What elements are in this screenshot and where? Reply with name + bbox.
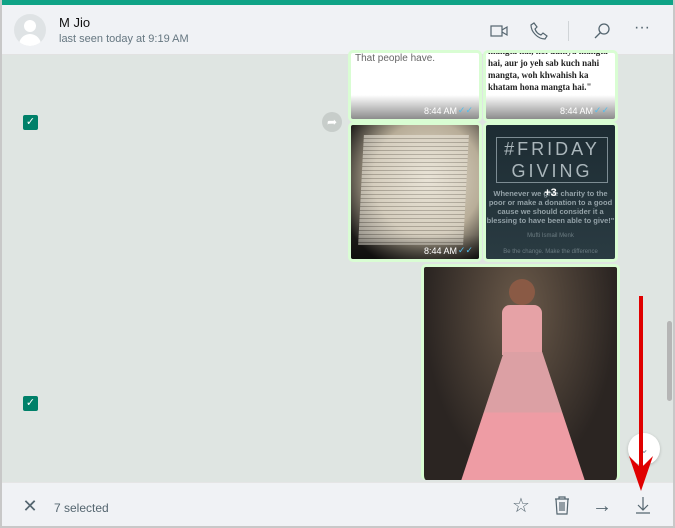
image-tile-dress[interactable] <box>421 264 620 480</box>
image-tile-friday-giving[interactable]: #FRIDAY GIVING Whenever we give charity t… <box>483 122 618 262</box>
last-seen-status: last seen today at 9:19 AM <box>59 33 189 45</box>
scrollbar-thumb[interactable] <box>667 321 672 401</box>
message-area: ✓ ✓ ➦ That people have. 8:44 AM ✓✓ mangta… <box>2 50 673 482</box>
image-text: That people have. <box>355 53 436 64</box>
message-checkbox[interactable]: ✓ <box>23 396 38 411</box>
divider <box>568 21 569 41</box>
read-ticks-icon: ✓✓ <box>457 105 473 115</box>
forward-message-icon[interactable]: ➦ <box>322 112 342 132</box>
selection-toolbar: ✕ 7 selected ☆ → <box>2 482 673 526</box>
more-images-count[interactable]: +3 <box>486 187 615 199</box>
chat-header: M Jio last seen today at 9:19 AM ··· <box>2 5 673 55</box>
image-title: GIVING <box>511 161 593 181</box>
avatar[interactable] <box>14 14 46 46</box>
image-tile[interactable]: That people have. 8:44 AM ✓✓ <box>348 50 482 122</box>
image-footer: Be the change. Make the difference <box>503 249 598 255</box>
image-tile[interactable]: mangta hai, koi duniya mangta hai, aur j… <box>483 50 618 122</box>
red-arrow-annotation <box>629 296 653 491</box>
download-icon[interactable] <box>632 495 654 517</box>
read-ticks-icon: ✓✓ <box>457 245 473 255</box>
voice-call-icon[interactable] <box>529 21 549 41</box>
read-ticks-icon: ✓✓ <box>593 105 609 115</box>
selected-count: 7 selected <box>54 501 109 515</box>
search-icon[interactable] <box>592 21 612 41</box>
more-options-icon[interactable]: ··· <box>634 20 654 41</box>
message-time: 8:44 AM <box>423 246 457 256</box>
image-tile-book[interactable]: 8:44 AM ✓✓ <box>348 122 482 262</box>
message-checkbox[interactable]: ✓ <box>23 115 38 130</box>
close-selection-icon[interactable]: ✕ <box>19 495 41 517</box>
delete-icon[interactable] <box>551 495 573 517</box>
contact-name[interactable]: M Jio <box>59 15 90 30</box>
video-call-icon[interactable] <box>489 21 509 41</box>
forward-icon[interactable]: → <box>591 495 613 517</box>
scrollbar[interactable] <box>665 56 673 482</box>
star-icon[interactable]: ☆ <box>510 495 532 517</box>
image-title: #FRIDAY <box>504 139 600 159</box>
whatsapp-window: M Jio last seen today at 9:19 AM ··· ✓ ✓… <box>2 0 673 526</box>
message-time: 8:44 AM <box>559 106 593 116</box>
message-time: 8:44 AM <box>423 106 457 116</box>
image-text: mangta hai, koi duniya mangta hai, aur j… <box>488 50 608 92</box>
image-author: Mufti Ismail Menk <box>527 233 574 239</box>
